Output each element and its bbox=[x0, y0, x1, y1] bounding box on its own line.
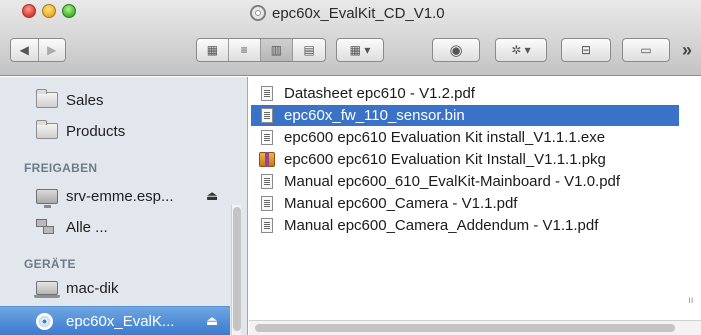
list-item[interactable]: epc600 epc610 Evaluation Kit install_V1.… bbox=[249, 127, 701, 148]
list-item[interactable]: epc60x_fw_110_sensor.bin bbox=[251, 105, 679, 126]
chevron-right-icon: ▶ bbox=[47, 43, 57, 57]
list-icon: ≡ bbox=[240, 43, 248, 57]
pdf-document-icon bbox=[261, 196, 273, 211]
package-icon bbox=[259, 152, 275, 167]
sidebar-scrollbar[interactable] bbox=[231, 205, 241, 335]
column-view-button[interactable]: ▥ bbox=[260, 39, 294, 61]
file-name: Datasheet epc610 - V1.2.pdf bbox=[284, 85, 475, 102]
arrange-icon: ▦ ▾ bbox=[349, 43, 371, 57]
columns-icon: ▥ bbox=[270, 43, 283, 57]
file-name: epc600 epc610 Evaluation Kit Install_V1.… bbox=[284, 151, 606, 168]
list-item[interactable]: epc600 epc610 Evaluation Kit Install_V1.… bbox=[249, 149, 701, 170]
coverflow-icon: ▤ bbox=[303, 43, 315, 57]
file-name: Manual epc600_610_EvalKit-Mainboard - V1… bbox=[284, 173, 621, 190]
window-title-text: epc60x_EvalKit_CD_V1.0 bbox=[272, 4, 445, 22]
finder-window: epc60x_EvalKit_CD_V1.0 ◀ ▶ ▦ ≡ ▥ ▤ ▦ ▾ ◉… bbox=[0, 0, 701, 335]
toolbar-overflow-icon[interactable]: » bbox=[682, 40, 692, 61]
pdf-document-icon bbox=[261, 174, 273, 189]
close-window-button[interactable] bbox=[22, 4, 36, 18]
sidebar: Sales Products FREIGABEN srv-emme.esp...… bbox=[0, 77, 248, 335]
list-item[interactable]: Datasheet epc610 - V1.2.pdf bbox=[249, 83, 701, 104]
folder-icon bbox=[36, 120, 58, 139]
sidebar-item-all[interactable]: Alle ... bbox=[0, 214, 230, 240]
minimize-window-button[interactable] bbox=[42, 4, 56, 18]
file-name: Manual epc600_Camera_Addendum - V1.1.pdf bbox=[284, 217, 599, 234]
forward-button[interactable]: ▶ bbox=[38, 39, 65, 61]
pdf-document-icon bbox=[261, 218, 273, 233]
list-view-button[interactable]: ≡ bbox=[228, 39, 261, 61]
share-icon: ⊟ bbox=[580, 43, 592, 57]
laptop-icon bbox=[34, 281, 60, 298]
pdf-document-icon bbox=[261, 86, 273, 101]
new-folder-icon: ▭ bbox=[640, 43, 652, 57]
network-icon bbox=[36, 218, 56, 236]
horizontal-scrollbar[interactable] bbox=[249, 320, 701, 335]
zoom-window-button[interactable] bbox=[62, 4, 76, 18]
cd-icon bbox=[36, 312, 53, 330]
sidebar-header-devices: GERÄTE bbox=[24, 257, 76, 271]
sidebar-item-sales[interactable]: Sales bbox=[0, 87, 230, 113]
file-column: Datasheet epc610 - V1.2.pdf epc60x_fw_11… bbox=[249, 77, 701, 335]
binary-document-icon bbox=[261, 108, 273, 123]
eye-icon: ◉ bbox=[449, 42, 463, 59]
sidebar-item-label: Sales bbox=[66, 91, 104, 109]
window-title: epc60x_EvalKit_CD_V1.0 bbox=[250, 2, 445, 24]
icon-grid-icon: ▦ bbox=[206, 43, 219, 57]
sidebar-item-evalkit-cd[interactable]: epc60x_EvalK... ⏏ bbox=[0, 306, 230, 335]
icon-view-button[interactable]: ▦ bbox=[197, 39, 229, 61]
gear-icon: ✲ ▾ bbox=[511, 43, 531, 57]
sidebar-item-label: Alle ... bbox=[66, 218, 108, 236]
sidebar-item-label: epc60x_EvalK... bbox=[66, 312, 175, 330]
cd-disc-icon bbox=[250, 5, 266, 21]
sidebar-scroll-thumb[interactable] bbox=[233, 207, 241, 331]
list-item[interactable]: Manual epc600_610_EvalKit-Mainboard - V1… bbox=[249, 171, 701, 192]
sidebar-item-server[interactable]: srv-emme.esp... ⏏ bbox=[0, 183, 230, 209]
monitor-icon bbox=[36, 188, 58, 208]
share-button[interactable]: ⊟ bbox=[561, 38, 611, 62]
sidebar-item-label: Products bbox=[66, 122, 126, 140]
eject-icon[interactable]: ⏏ bbox=[206, 188, 218, 204]
title-bar: epc60x_EvalKit_CD_V1.0 ◀ ▶ ▦ ≡ ▥ ▤ ▦ ▾ ◉… bbox=[0, 0, 701, 76]
eject-icon[interactable]: ⏏ bbox=[206, 313, 218, 329]
sidebar-item-mac-dik[interactable]: mac-dik bbox=[0, 275, 230, 301]
sidebar-header-shared: FREIGABEN bbox=[24, 161, 98, 175]
arrange-button[interactable]: ▦ ▾ bbox=[336, 38, 384, 62]
new-folder-button[interactable]: ▭ bbox=[622, 38, 670, 62]
coverflow-view-button[interactable]: ▤ bbox=[293, 39, 325, 61]
chevron-left-icon: ◀ bbox=[19, 43, 29, 57]
sidebar-item-label: mac-dik bbox=[66, 279, 119, 297]
file-name: epc600 epc610 Evaluation Kit install_V1.… bbox=[284, 129, 606, 146]
list-item[interactable]: Manual epc600_Camera_Addendum - V1.1.pdf bbox=[249, 215, 701, 236]
quick-look-button[interactable]: ◉ bbox=[432, 38, 480, 62]
file-name: epc60x_fw_110_sensor.bin bbox=[284, 107, 465, 124]
view-mode-control: ▦ ≡ ▥ ▤ bbox=[196, 38, 326, 62]
horizontal-scroll-thumb[interactable] bbox=[255, 324, 675, 332]
folder-icon bbox=[36, 89, 58, 108]
history-nav: ◀ ▶ bbox=[10, 38, 66, 62]
list-item[interactable]: Manual epc600_Camera - V1.1.pdf bbox=[249, 193, 701, 214]
back-button[interactable]: ◀ bbox=[11, 39, 39, 61]
sidebar-item-label: srv-emme.esp... bbox=[66, 187, 174, 205]
column-resize-handle[interactable]: ıı bbox=[688, 295, 694, 306]
blank-document-icon bbox=[261, 130, 273, 145]
action-button[interactable]: ✲ ▾ bbox=[495, 38, 547, 62]
sidebar-item-products[interactable]: Products bbox=[0, 118, 230, 144]
file-name: Manual epc600_Camera - V1.1.pdf bbox=[284, 195, 518, 212]
